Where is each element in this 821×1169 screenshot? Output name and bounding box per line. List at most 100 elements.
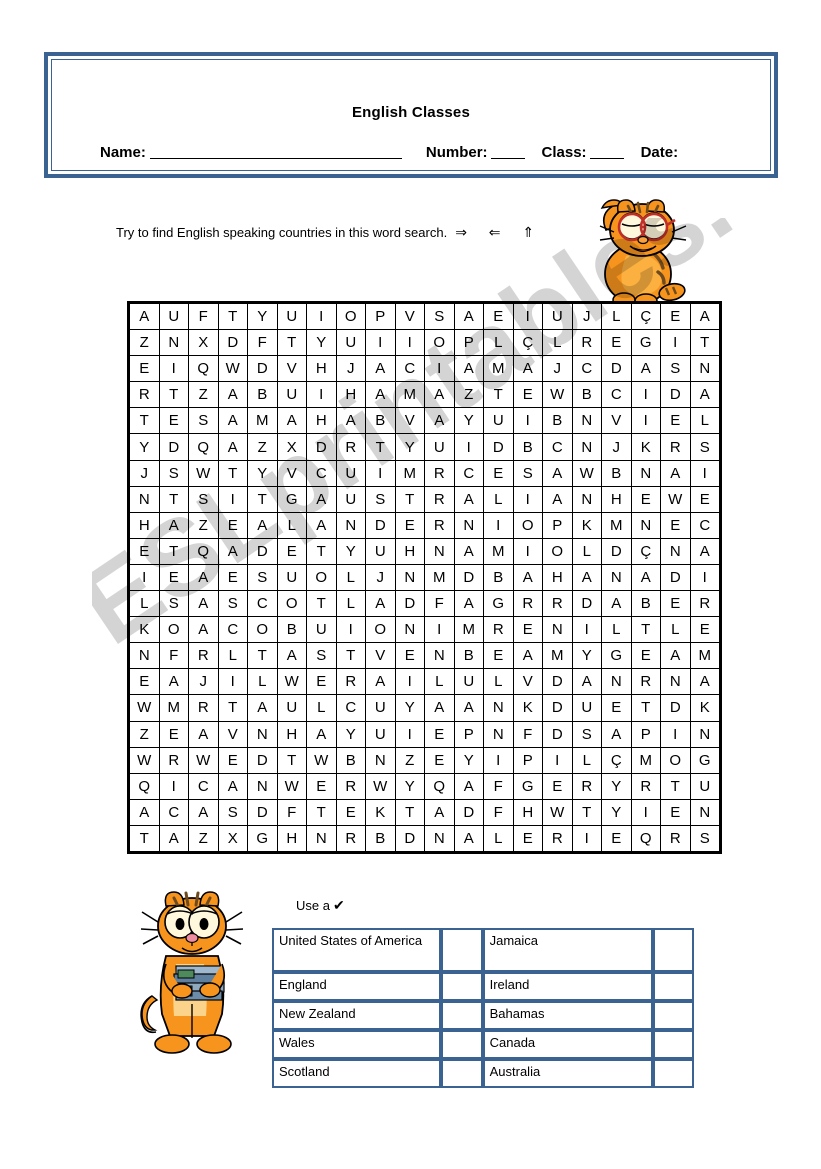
wordsearch-cell[interactable]: I bbox=[571, 824, 602, 852]
wordsearch-cell[interactable]: I bbox=[512, 302, 543, 331]
wordsearch-cell[interactable]: A bbox=[660, 642, 691, 670]
wordsearch-grid[interactable]: AUFTYUIOPVSAEIUJLÇEAZNXDFTYUIIOPLÇLREGIT… bbox=[127, 301, 722, 854]
wordsearch-cell[interactable]: B bbox=[601, 459, 632, 487]
wordsearch-cell[interactable]: F bbox=[512, 720, 543, 748]
wordsearch-cell[interactable]: Q bbox=[424, 772, 455, 800]
wordsearch-cell[interactable]: T bbox=[217, 459, 248, 487]
class-input-line[interactable] bbox=[589, 158, 624, 159]
wordsearch-cell[interactable]: T bbox=[247, 642, 278, 670]
wordsearch-cell[interactable]: L bbox=[571, 537, 602, 565]
wordsearch-cell[interactable]: A bbox=[158, 668, 189, 696]
wordsearch-cell[interactable]: W bbox=[276, 668, 307, 696]
wordsearch-cell[interactable]: L bbox=[542, 329, 573, 357]
wordsearch-cell[interactable]: Q bbox=[129, 772, 160, 800]
wordsearch-cell[interactable]: A bbox=[129, 798, 160, 826]
wordsearch-cell[interactable]: T bbox=[689, 329, 720, 357]
wordsearch-cell[interactable]: H bbox=[394, 537, 425, 565]
wordsearch-cell[interactable]: L bbox=[483, 485, 514, 513]
wordsearch-cell[interactable]: R bbox=[660, 824, 691, 852]
wordsearch-cell[interactable]: J bbox=[335, 355, 366, 383]
wordsearch-cell[interactable]: S bbox=[365, 485, 396, 513]
wordsearch-cell[interactable]: G bbox=[630, 329, 661, 357]
wordsearch-cell[interactable]: T bbox=[394, 798, 425, 826]
wordsearch-cell[interactable]: E bbox=[630, 642, 661, 670]
wordsearch-cell[interactable]: T bbox=[247, 485, 278, 513]
wordsearch-cell[interactable]: N bbox=[453, 511, 484, 539]
wordsearch-cell[interactable]: M bbox=[483, 355, 514, 383]
wordsearch-cell[interactable]: D bbox=[394, 824, 425, 852]
wordsearch-cell[interactable]: I bbox=[483, 746, 514, 774]
wordsearch-cell[interactable]: O bbox=[424, 329, 455, 357]
wordsearch-cell[interactable]: I bbox=[306, 302, 337, 331]
wordsearch-cell[interactable]: O bbox=[542, 537, 573, 565]
wordsearch-cell[interactable]: D bbox=[247, 355, 278, 383]
wordsearch-cell[interactable]: Y bbox=[453, 746, 484, 774]
wordsearch-cell[interactable]: Z bbox=[129, 720, 160, 748]
answer-checkbox-right[interactable] bbox=[652, 928, 694, 972]
answer-checkbox-right[interactable] bbox=[652, 1001, 694, 1030]
wordsearch-cell[interactable]: A bbox=[217, 537, 248, 565]
wordsearch-cell[interactable]: S bbox=[188, 485, 219, 513]
wordsearch-cell[interactable]: R bbox=[188, 642, 219, 670]
wordsearch-cell[interactable]: Z bbox=[129, 329, 160, 357]
wordsearch-cell[interactable]: M bbox=[483, 537, 514, 565]
wordsearch-cell[interactable]: S bbox=[689, 824, 720, 852]
answer-checkbox-right[interactable] bbox=[652, 1059, 694, 1088]
wordsearch-cell[interactable]: M bbox=[453, 616, 484, 644]
wordsearch-cell[interactable]: Z bbox=[247, 433, 278, 461]
wordsearch-cell[interactable]: A bbox=[542, 485, 573, 513]
wordsearch-cell[interactable]: H bbox=[306, 407, 337, 435]
wordsearch-cell[interactable]: A bbox=[335, 407, 366, 435]
wordsearch-cell[interactable]: A bbox=[424, 381, 455, 409]
wordsearch-cell[interactable]: X bbox=[217, 824, 248, 852]
wordsearch-cell[interactable]: T bbox=[129, 824, 160, 852]
wordsearch-cell[interactable]: P bbox=[365, 302, 396, 331]
wordsearch-cell[interactable]: B bbox=[571, 381, 602, 409]
wordsearch-cell[interactable]: K bbox=[630, 433, 661, 461]
wordsearch-cell[interactable]: S bbox=[571, 720, 602, 748]
wordsearch-cell[interactable]: I bbox=[453, 433, 484, 461]
wordsearch-cell[interactable]: U bbox=[483, 407, 514, 435]
wordsearch-cell[interactable]: G bbox=[689, 746, 720, 774]
wordsearch-cell[interactable]: N bbox=[306, 824, 337, 852]
answer-checkbox-right[interactable] bbox=[652, 972, 694, 1001]
wordsearch-cell[interactable]: E bbox=[306, 772, 337, 800]
wordsearch-cell[interactable]: F bbox=[424, 590, 455, 618]
wordsearch-cell[interactable]: R bbox=[630, 772, 661, 800]
wordsearch-cell[interactable]: G bbox=[276, 485, 307, 513]
wordsearch-cell[interactable]: N bbox=[689, 720, 720, 748]
wordsearch-cell[interactable]: T bbox=[365, 433, 396, 461]
wordsearch-cell[interactable]: R bbox=[335, 824, 366, 852]
wordsearch-cell[interactable]: A bbox=[453, 355, 484, 383]
wordsearch-cell[interactable]: W bbox=[306, 746, 337, 774]
wordsearch-cell[interactable]: D bbox=[394, 590, 425, 618]
wordsearch-cell[interactable]: A bbox=[365, 381, 396, 409]
wordsearch-cell[interactable]: I bbox=[512, 407, 543, 435]
wordsearch-cell[interactable]: R bbox=[542, 590, 573, 618]
wordsearch-cell[interactable]: I bbox=[424, 355, 455, 383]
wordsearch-cell[interactable]: T bbox=[630, 616, 661, 644]
wordsearch-cell[interactable]: N bbox=[571, 433, 602, 461]
wordsearch-cell[interactable]: B bbox=[365, 407, 396, 435]
wordsearch-cell[interactable]: J bbox=[129, 459, 160, 487]
wordsearch-cell[interactable]: H bbox=[335, 381, 366, 409]
wordsearch-cell[interactable]: B bbox=[483, 563, 514, 592]
wordsearch-cell[interactable]: W bbox=[660, 485, 691, 513]
wordsearch-cell[interactable]: H bbox=[276, 720, 307, 748]
wordsearch-cell[interactable]: C bbox=[601, 381, 632, 409]
wordsearch-cell[interactable]: U bbox=[158, 302, 189, 331]
wordsearch-cell[interactable]: I bbox=[394, 329, 425, 357]
wordsearch-cell[interactable]: E bbox=[424, 746, 455, 774]
wordsearch-cell[interactable]: G bbox=[247, 824, 278, 852]
wordsearch-cell[interactable]: A bbox=[276, 642, 307, 670]
wordsearch-cell[interactable]: L bbox=[276, 511, 307, 539]
wordsearch-cell[interactable]: L bbox=[424, 668, 455, 696]
wordsearch-cell[interactable]: V bbox=[365, 642, 396, 670]
wordsearch-cell[interactable]: D bbox=[158, 433, 189, 461]
wordsearch-cell[interactable]: A bbox=[276, 407, 307, 435]
wordsearch-cell[interactable]: Y bbox=[394, 772, 425, 800]
wordsearch-cell[interactable]: L bbox=[660, 616, 691, 644]
wordsearch-cell[interactable]: G bbox=[601, 642, 632, 670]
wordsearch-cell[interactable]: A bbox=[365, 668, 396, 696]
wordsearch-cell[interactable]: L bbox=[483, 329, 514, 357]
